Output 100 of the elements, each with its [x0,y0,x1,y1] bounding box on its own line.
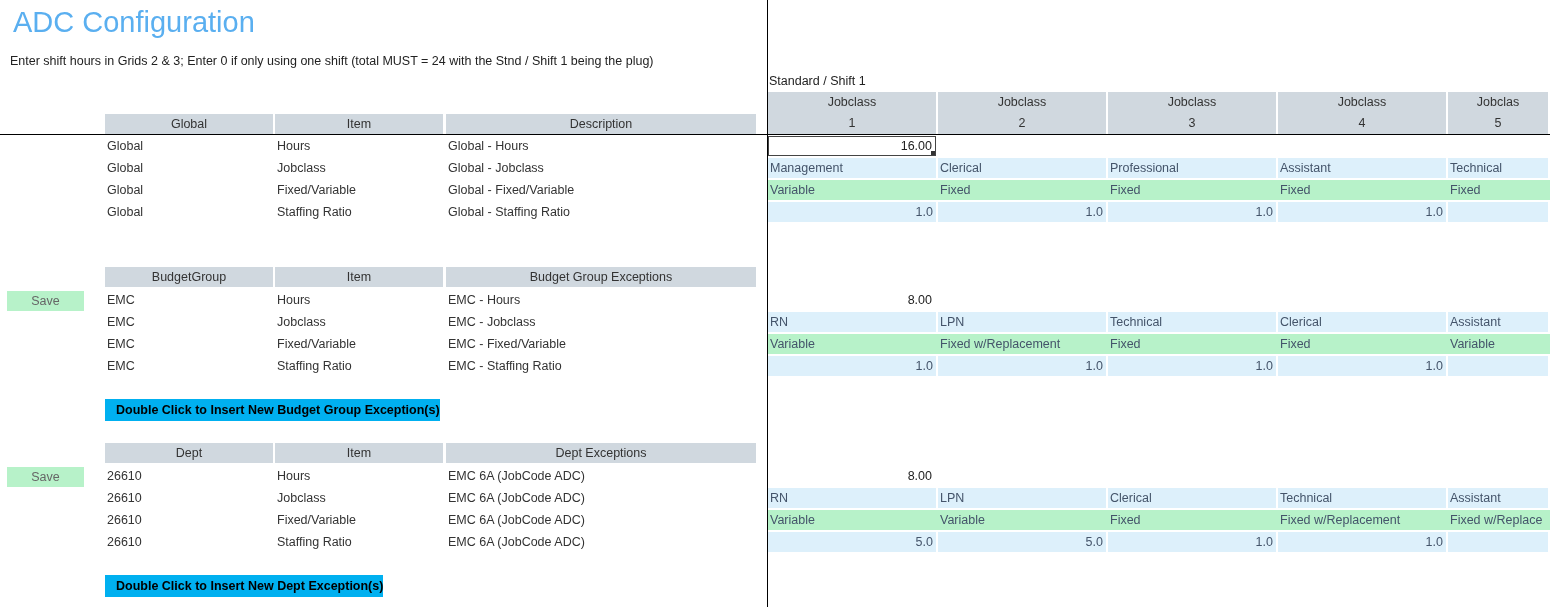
column-header: Jobclass 1 [768,92,936,134]
page-title: ADC Configuration [13,5,256,40]
insert-exception-button[interactable]: Double Click to Insert New Dept Exception(s) [105,575,384,597]
column-header: Jobclass 2 [938,92,1106,134]
ratio-cell[interactable]: 1.0 [938,356,1106,376]
table-cell-text: EMC [106,358,136,375]
jobclass-cell[interactable]: RN [768,488,936,508]
jobclass-cell[interactable]: LPN [938,312,1106,332]
table-cell-text: Staffing Ratio [276,534,353,551]
staffing-type-cell[interactable]: Fixed w/Replacement [1278,510,1448,530]
table-cell-text: EMC - Hours [447,292,522,309]
staffing-type-cell[interactable]: Fixed [938,180,1108,200]
table-cell-text: Global [106,204,145,221]
table-cell-text: Hours [276,138,312,155]
table-cell-text: EMC [106,336,136,353]
hours-cell[interactable]: 8.00 [768,466,936,486]
staffing-type-cell[interactable]: Fixed [1278,334,1448,354]
jobclass-cell[interactable]: Clerical [1278,312,1446,332]
save-button[interactable]: Save [7,291,84,311]
staffing-type-cell[interactable]: Fixed [1108,180,1278,200]
ratio-cell[interactable] [1448,356,1548,376]
table-cell-text: EMC - Fixed/Variable [447,336,567,353]
staffing-type-cell[interactable]: Variable [1448,334,1550,354]
table-cell-text: Global [106,138,145,155]
column-header: Dept Exceptions [446,443,756,463]
table-cell-text: EMC - Jobclass [447,314,537,331]
ratio-cell[interactable]: 1.0 [1108,356,1276,376]
column-header: BudgetGroup [105,267,273,287]
ratio-cell[interactable]: 1.0 [938,202,1106,222]
jobclass-cell[interactable]: Technical [1108,312,1276,332]
column-header: Item [275,114,443,134]
jobclass-cell[interactable]: Assistant [1278,158,1446,178]
table-cell-text: EMC 6A (JobCode ADC) [447,490,586,507]
table-cell-text: EMC 6A (JobCode ADC) [447,534,586,551]
table-cell-text: Global - Staffing Ratio [447,204,572,221]
table-cell-text: Jobclass [276,490,327,507]
jobclass-cell[interactable]: Technical [1448,158,1548,178]
column-header: Item [275,267,443,287]
staffing-type-cell[interactable]: Variable [768,180,938,200]
staffing-type-cell[interactable]: Variable [938,510,1108,530]
table-cell-text: Global [106,182,145,199]
table-cell-text: EMC [106,314,136,331]
ratio-cell[interactable] [1448,532,1548,552]
save-button[interactable]: Save [7,467,84,487]
table-cell-text: Global - Hours [447,138,530,155]
table-cell-text: Staffing Ratio [276,204,353,221]
ratio-cell[interactable]: 1.0 [768,202,936,222]
jobclass-cell[interactable]: Management [768,158,936,178]
table-cell-text: EMC - Staffing Ratio [447,358,563,375]
column-header: Item [275,443,443,463]
ratio-cell[interactable]: 1.0 [1278,356,1446,376]
table-cell-text: EMC [106,292,136,309]
ratio-cell[interactable]: 1.0 [1108,532,1276,552]
jobclass-cell[interactable]: Clerical [938,158,1106,178]
hours-cell[interactable]: 8.00 [768,290,936,310]
jobclass-cell[interactable]: RN [768,312,936,332]
staffing-type-cell[interactable]: Fixed w/Replace [1448,510,1550,530]
column-header: Dept [105,443,273,463]
jobclass-cell[interactable]: Technical [1278,488,1446,508]
jobclass-cell[interactable]: LPN [938,488,1106,508]
ratio-cell[interactable]: 5.0 [768,532,936,552]
ratio-cell[interactable]: 1.0 [1108,202,1276,222]
grid-title: Standard / Shift 1 [769,73,867,89]
table-cell-text: Hours [276,468,312,485]
ratio-cell[interactable]: 5.0 [938,532,1106,552]
staffing-type-cell[interactable]: Variable [768,334,938,354]
staffing-type-cell[interactable]: Fixed [1278,180,1448,200]
table-cell-text: 26610 [106,512,143,529]
column-header: Jobclas 5 [1448,92,1548,134]
table-cell-text: 26610 [106,534,143,551]
column-header: Jobclass 4 [1278,92,1446,134]
ratio-cell[interactable]: 1.0 [768,356,936,376]
table-cell-text: Jobclass [276,160,327,177]
column-header: Description [446,114,756,134]
jobclass-cell[interactable]: Assistant [1448,312,1548,332]
table-cell-text: Fixed/Variable [276,512,357,529]
column-header: Jobclass 3 [1108,92,1276,134]
table-cell-text: Fixed/Variable [276,336,357,353]
staffing-type-cell[interactable]: Fixed [1448,180,1550,200]
table-cell-text: Global [106,160,145,177]
table-cell-text: Fixed/Variable [276,182,357,199]
staffing-type-cell[interactable]: Fixed w/Replacement [938,334,1108,354]
table-cell-text: Global - Fixed/Variable [447,182,576,199]
column-header: Global [105,114,273,134]
table-cell-text: EMC 6A (JobCode ADC) [447,468,586,485]
staffing-type-cell[interactable]: Fixed [1108,510,1278,530]
staffing-type-cell[interactable]: Variable [768,510,938,530]
table-cell-text: Staffing Ratio [276,358,353,375]
table-cell-text: EMC 6A (JobCode ADC) [447,512,586,529]
jobclass-cell[interactable]: Professional [1108,158,1276,178]
jobclass-cell[interactable]: Clerical [1108,488,1276,508]
table-cell-text: Jobclass [276,314,327,331]
hours-cell[interactable]: 16.00 [768,136,936,156]
ratio-cell[interactable]: 1.0 [1278,202,1446,222]
ratio-cell[interactable] [1448,202,1548,222]
ratio-cell[interactable]: 1.0 [1278,532,1446,552]
jobclass-cell[interactable]: Assistant [1448,488,1548,508]
staffing-type-cell[interactable]: Fixed [1108,334,1278,354]
table-cell-text: 26610 [106,468,143,485]
insert-exception-button[interactable]: Double Click to Insert New Budget Group Exception(s) [105,399,440,421]
